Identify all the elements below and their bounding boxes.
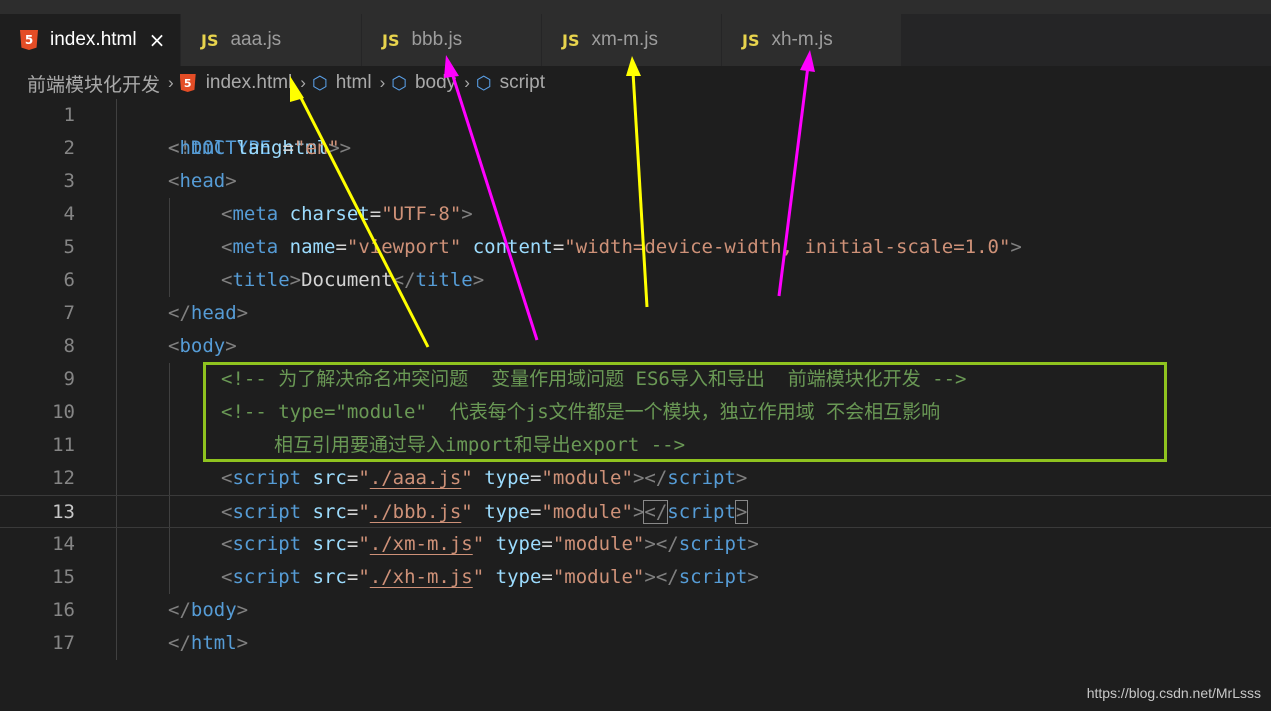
watermark: https://blog.csdn.net/MrLsss [1086,685,1261,701]
annotation-arrow-magenta-bbb [444,55,539,341]
annotation-arrow-yellow-index [290,76,430,348]
annotation-arrows [290,50,815,348]
annotation-arrow-magenta-xh [777,50,815,297]
annotation-arrow-yellow-xm [626,56,649,308]
